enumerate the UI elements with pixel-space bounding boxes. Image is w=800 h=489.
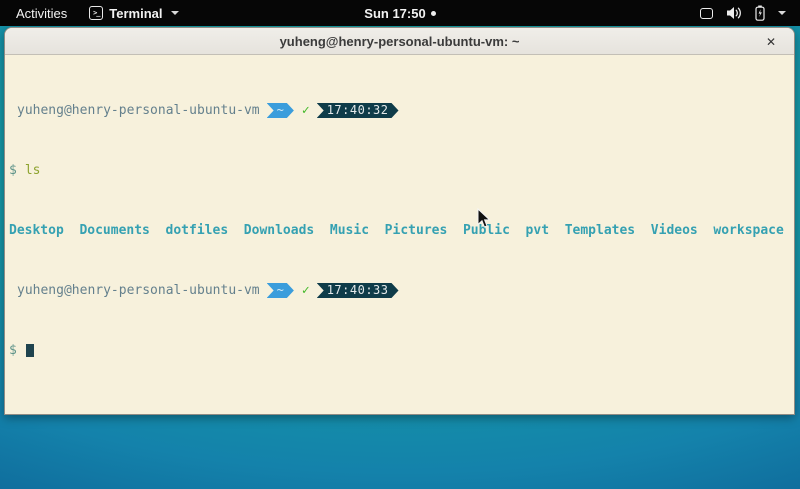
mouse-pointer-icon <box>477 208 491 229</box>
status-check-icon: ✓ <box>302 103 310 118</box>
command-text: ls <box>25 163 41 178</box>
prompt-line: yuheng@henry-personal-ubuntu-vm ~ ✓ 17:4… <box>9 103 790 118</box>
tray-chevron-down-icon <box>778 11 786 15</box>
terminal-cursor <box>26 344 34 357</box>
system-tray[interactable] <box>700 5 800 21</box>
directory-listing: Desktop Documents dotfiles Downloads Mus… <box>9 223 790 238</box>
terminal-content[interactable]: yuheng@henry-personal-ubuntu-vm ~ ✓ 17:4… <box>5 55 794 415</box>
close-button[interactable]: ✕ <box>761 28 781 55</box>
prompt-line: yuheng@henry-personal-ubuntu-vm ~ ✓ 17:4… <box>9 283 790 298</box>
window-title: yuheng@henry-personal-ubuntu-vm: ~ <box>280 34 520 49</box>
prompt-path-segment: ~ <box>267 103 294 118</box>
status-check-icon: ✓ <box>302 283 310 298</box>
prompt-time-segment: 17:40:32 <box>317 103 399 118</box>
window-titlebar[interactable]: yuheng@henry-personal-ubuntu-vm: ~ ✕ <box>5 28 794 55</box>
top-bar: Activities >_ Terminal Sun 17:50 <box>0 0 800 26</box>
prompt-user-host: yuheng@henry-personal-ubuntu-vm <box>9 283 260 298</box>
volume-icon <box>726 6 742 20</box>
prompt-path-segment: ~ <box>267 283 294 298</box>
prompt-symbol: $ <box>9 163 17 178</box>
clock-button[interactable]: Sun 17:50 <box>364 6 425 21</box>
display-icon <box>700 8 713 19</box>
command-line: $ ls <box>9 163 790 178</box>
terminal-icon: >_ <box>89 6 103 20</box>
terminal-window: yuheng@henry-personal-ubuntu-vm: ~ ✕ yuh… <box>4 27 795 415</box>
notification-dot-icon <box>431 11 436 16</box>
activities-button[interactable]: Activities <box>12 6 71 21</box>
app-menu-label: Terminal <box>109 6 162 21</box>
battery-charging-icon <box>755 5 765 21</box>
input-line[interactable]: $ <box>9 343 790 358</box>
prompt-time-segment: 17:40:33 <box>317 283 399 298</box>
chevron-down-icon <box>171 11 179 15</box>
prompt-user-host: yuheng@henry-personal-ubuntu-vm <box>9 103 260 118</box>
app-menu[interactable]: >_ Terminal <box>89 6 178 21</box>
prompt-symbol: $ <box>9 343 17 358</box>
